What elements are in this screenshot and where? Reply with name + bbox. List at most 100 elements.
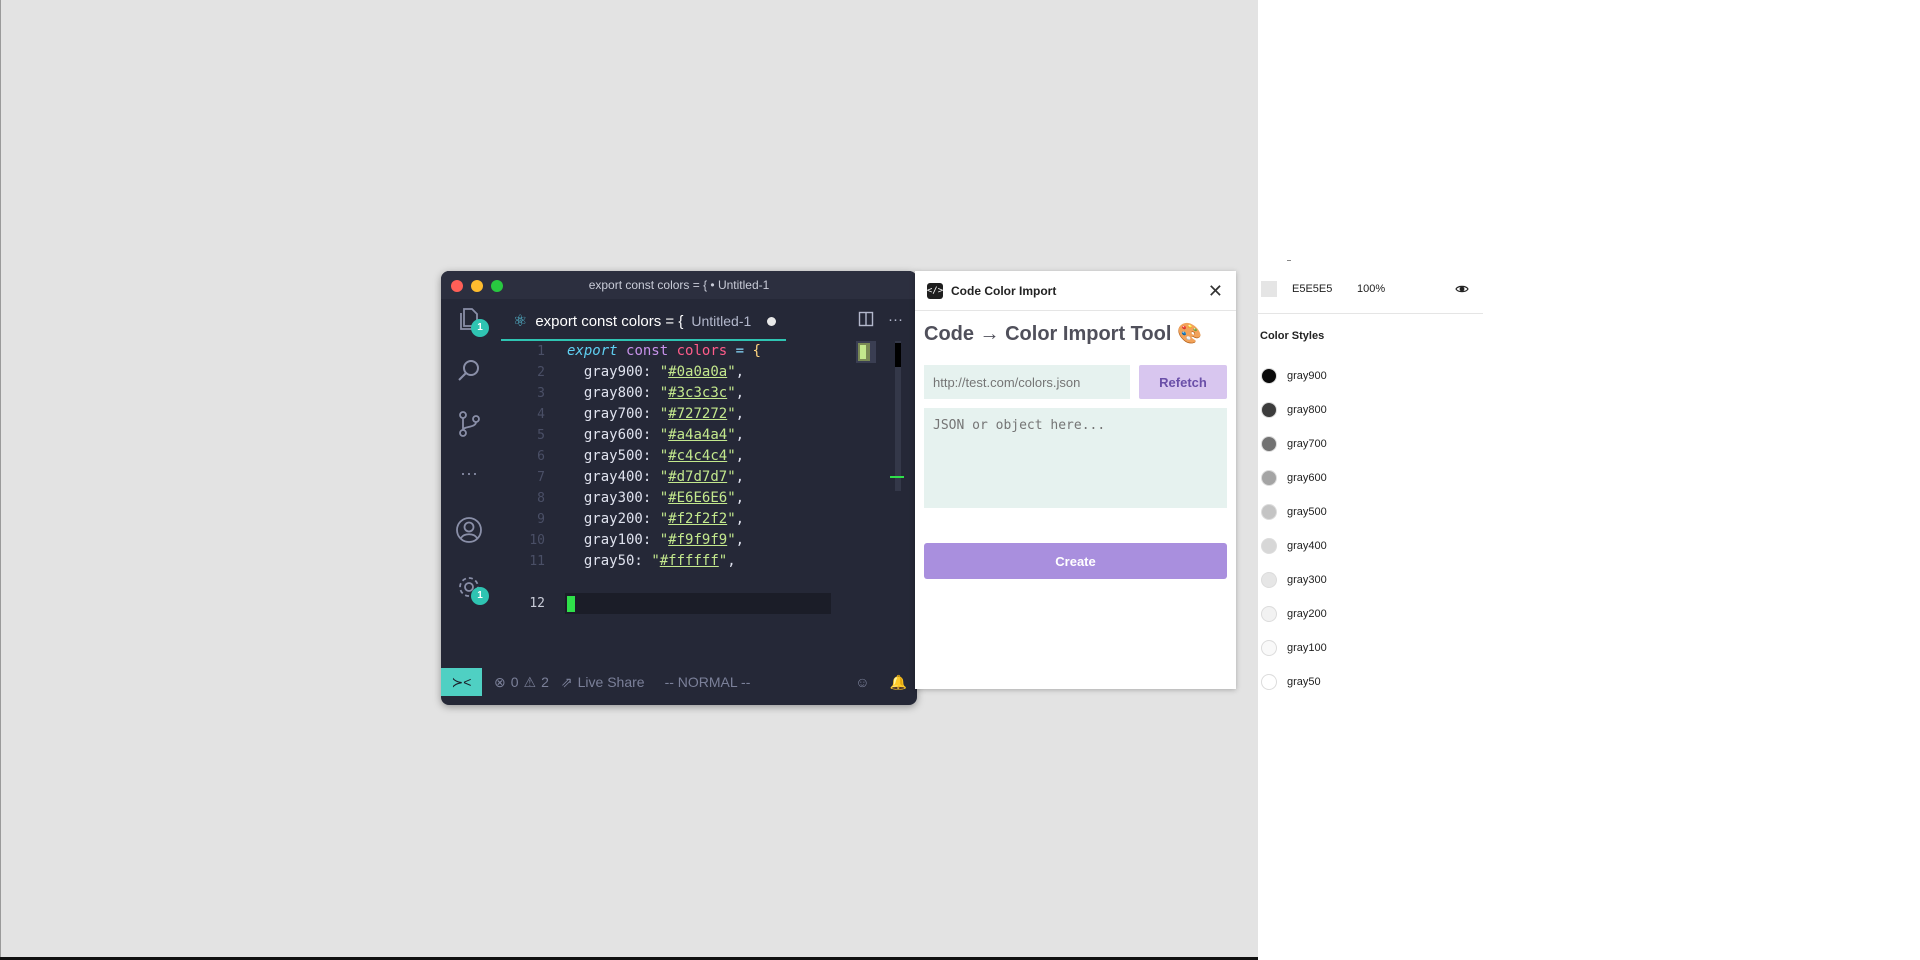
- scrollbar-thumb[interactable]: [895, 343, 901, 367]
- color-style-item[interactable]: gray100: [1261, 638, 1461, 658]
- cursor-position-marker: [890, 476, 904, 478]
- remote-indicator-icon[interactable]: ≻<: [441, 668, 482, 696]
- code-line: gray600: "#a4a4a4",: [583, 427, 745, 443]
- entry-value: #3c3c3c: [668, 385, 728, 401]
- entry-value: #727272: [668, 406, 728, 422]
- window-title: export const colors = { • Untitled-1: [588, 278, 770, 292]
- color-style-name: gray300: [1287, 574, 1327, 586]
- minimize-window-button[interactable]: [471, 280, 483, 292]
- plugin-title: Code → Color Import Tool 🎨: [924, 323, 1202, 345]
- entry-value: #ffffff: [659, 553, 719, 569]
- code-line: gray900: "#0a0a0a",: [583, 364, 745, 380]
- color-style-item[interactable]: gray300: [1261, 570, 1461, 590]
- gear-icon[interactable]: 1: [455, 573, 489, 605]
- code-line: gray400: "#d7d7d7",: [583, 469, 745, 485]
- panel-divider: [1258, 313, 1483, 314]
- color-style-name: gray500: [1287, 506, 1327, 518]
- color-swatch: [1261, 504, 1277, 520]
- entry-key: gray200:: [583, 511, 652, 527]
- color-style-name: gray600: [1287, 472, 1327, 484]
- panel-scroll-marker: [1287, 260, 1291, 261]
- code-line: gray50: "#ffffff",: [583, 553, 736, 569]
- fill-opacity-value[interactable]: 100%: [1357, 283, 1385, 295]
- code-line-1: export const colors = {: [567, 341, 761, 362]
- live-share-icon: ⇗: [560, 673, 573, 690]
- eye-icon[interactable]: [1455, 282, 1469, 296]
- line-number: 7: [537, 470, 545, 485]
- close-icon[interactable]: ✕: [1208, 281, 1223, 302]
- code-editor[interactable]: 1 export const colors = { 2 gray900: "#0…: [497, 341, 861, 668]
- entry-value: #c4c4c4: [668, 448, 728, 464]
- line-number: 4: [537, 407, 545, 422]
- minimap[interactable]: [856, 341, 876, 368]
- color-style-name: gray200: [1287, 608, 1327, 620]
- color-style-item[interactable]: gray900: [1261, 366, 1461, 386]
- explorer-icon[interactable]: 1: [455, 305, 489, 337]
- close-window-button[interactable]: [451, 280, 463, 292]
- entry-value: #a4a4a4: [668, 427, 728, 443]
- split-editor-icon[interactable]: [858, 311, 874, 331]
- entry-key: gray600:: [583, 427, 652, 443]
- color-style-item[interactable]: gray500: [1261, 502, 1461, 522]
- color-style-item[interactable]: gray400: [1261, 536, 1461, 556]
- unsaved-dot-icon[interactable]: [767, 316, 777, 326]
- color-swatch: [1261, 436, 1277, 452]
- entry-key: gray500:: [583, 448, 652, 464]
- color-style-item[interactable]: gray600: [1261, 468, 1461, 488]
- code-line: gray500: "#c4c4c4",: [583, 448, 745, 464]
- color-style-name: gray700: [1287, 438, 1327, 450]
- more-actions-icon[interactable]: ···: [888, 311, 903, 331]
- live-share-status[interactable]: ⇗ Live Share: [561, 674, 645, 691]
- color-style-item[interactable]: gray50: [1261, 672, 1461, 692]
- entry-key: gray800:: [583, 385, 652, 401]
- bell-icon[interactable]: 🔔: [890, 674, 907, 691]
- color-swatch: [1261, 606, 1277, 622]
- entry-key: gray900:: [583, 364, 652, 380]
- tab-untitled-1[interactable]: ⚛ export const colors = { Untitled-1: [501, 303, 787, 341]
- entry-key: gray400:: [583, 469, 652, 485]
- feedback-icon[interactable]: ☺: [855, 674, 869, 691]
- color-style-item[interactable]: gray200: [1261, 604, 1461, 624]
- settings-badge: 1: [471, 587, 489, 605]
- tab-title: export const colors = {: [535, 312, 684, 330]
- fill-hex-value[interactable]: E5E5E5: [1292, 283, 1332, 295]
- color-swatch: [1261, 572, 1277, 588]
- color-style-item[interactable]: gray700: [1261, 434, 1461, 454]
- code-line: gray800: "#3c3c3c",: [583, 385, 745, 401]
- activity-bar: 1 ··· 1: [441, 299, 497, 668]
- url-input[interactable]: [924, 365, 1130, 399]
- account-icon[interactable]: [455, 516, 483, 544]
- search-icon[interactable]: [455, 357, 483, 385]
- code-line: gray200: "#f2f2f2",: [583, 511, 745, 527]
- line-number: 10: [529, 533, 545, 548]
- source-control-icon[interactable]: [455, 410, 483, 438]
- color-style-name: gray800: [1287, 404, 1327, 416]
- problems-status[interactable]: ⊗ 0 ⚠ 2: [494, 674, 549, 691]
- fill-swatch[interactable]: [1261, 281, 1277, 297]
- line-number: 1: [537, 344, 545, 359]
- vscode-window[interactable]: export const colors = { • Untitled-1 1 ·…: [441, 271, 917, 705]
- line-number: 8: [537, 491, 545, 506]
- react-icon: ⚛: [513, 313, 528, 330]
- color-style-item[interactable]: gray800: [1261, 400, 1461, 420]
- entry-key: gray100:: [583, 532, 652, 548]
- entry-key: gray50:: [583, 553, 643, 569]
- color-styles-heading: Color Styles: [1260, 330, 1325, 342]
- error-count: 0: [510, 674, 519, 690]
- line-number: 12: [529, 596, 545, 611]
- tab-bar: ⚛ export const colors = { Untitled-1 ···: [497, 299, 917, 341]
- maximize-window-button[interactable]: [491, 280, 503, 292]
- token-brace: {: [752, 343, 761, 359]
- line-number: 3: [537, 386, 545, 401]
- entry-key: gray700:: [583, 406, 652, 422]
- create-button[interactable]: Create: [924, 543, 1227, 579]
- token-eq: =: [735, 343, 745, 359]
- vim-mode-status: -- NORMAL --: [664, 674, 751, 690]
- fill-row[interactable]: E5E5E5 100%: [1260, 279, 1484, 299]
- color-style-name: gray50: [1287, 676, 1321, 688]
- line-number: 2: [537, 365, 545, 380]
- json-input[interactable]: [924, 408, 1227, 508]
- warning-icon: ⚠: [523, 673, 537, 690]
- more-icon[interactable]: ···: [455, 463, 483, 491]
- refetch-button[interactable]: Refetch: [1139, 365, 1227, 399]
